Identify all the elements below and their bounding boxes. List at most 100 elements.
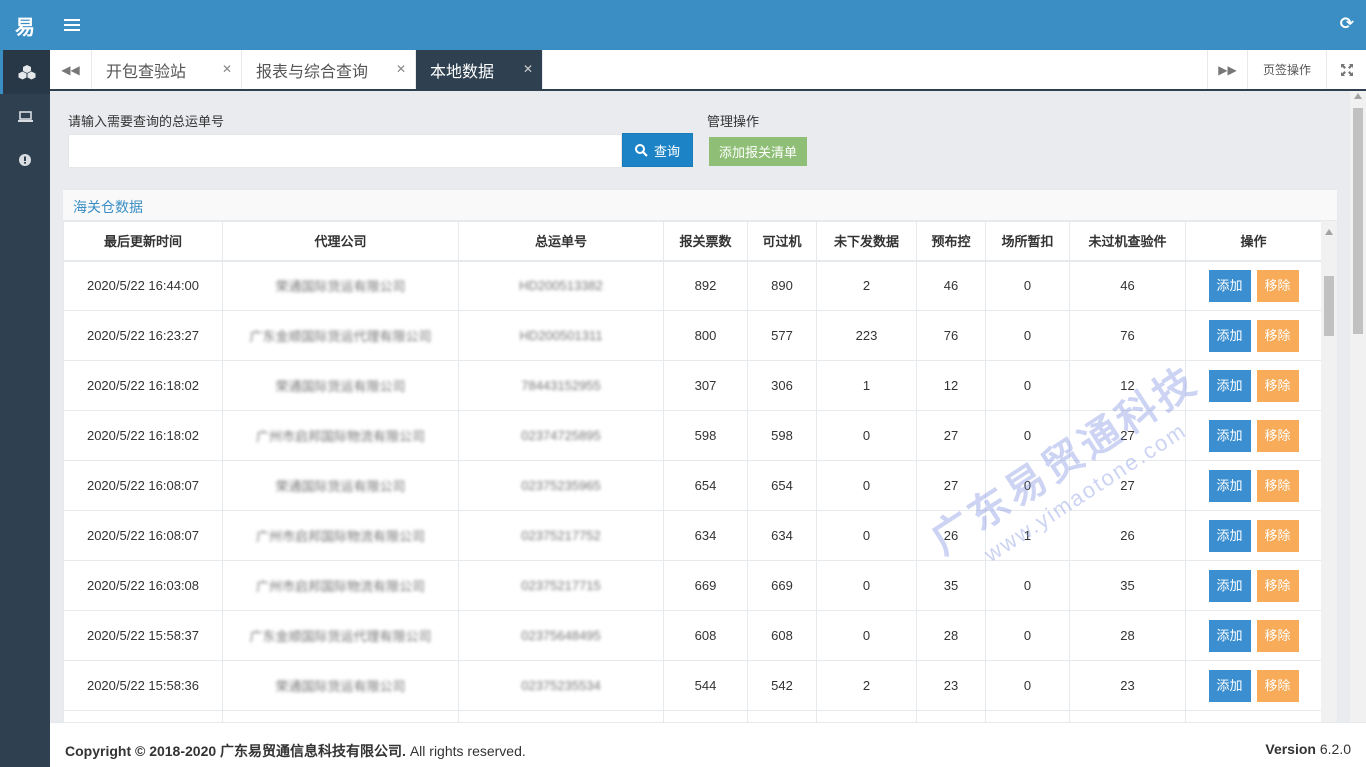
alert-circle-icon	[19, 154, 31, 166]
cell-company: 荣通国际货运有限公司	[222, 360, 459, 411]
scroll-up-icon[interactable]	[1325, 229, 1333, 235]
table-row[interactable]	[63, 710, 1321, 722]
cell-actions: 添加 移除	[1185, 510, 1321, 561]
cell-declarations: 598	[663, 410, 748, 461]
scroll-up-icon[interactable]	[1354, 93, 1362, 99]
close-icon[interactable]: ✕	[222, 62, 232, 76]
row-remove-button[interactable]: 移除	[1256, 669, 1299, 702]
page-scrollbar[interactable]	[1350, 91, 1366, 722]
close-icon[interactable]: ✕	[396, 62, 406, 76]
cell-text: HD200513382	[519, 278, 603, 294]
cell-text: 02375217715	[521, 578, 601, 593]
empty-cell	[747, 710, 817, 722]
search-button-label: 查询	[653, 143, 680, 159]
cell-awb: HD200501311	[458, 310, 664, 361]
management-label: 管理操作	[707, 114, 760, 129]
sidebar-item-alert[interactable]	[0, 138, 50, 182]
fullscreen-button[interactable]	[1327, 50, 1366, 89]
cell-passable: 654	[747, 460, 817, 511]
top-navbar: ⟳	[50, 0, 1366, 50]
copyright-owner: Copyright © 2018-2020 广东易贸通信息科技有限公司.	[65, 743, 406, 759]
row-add-button[interactable]: 添加	[1208, 519, 1251, 552]
table-row[interactable]: 2020/5/22 16:18:02 荣通国际货运有限公司 78443152955 3…	[63, 360, 1321, 411]
cell-declarations: 669	[663, 560, 748, 611]
row-remove-button[interactable]: 移除	[1256, 469, 1299, 502]
row-remove-button[interactable]: 移除	[1256, 269, 1299, 302]
table-row[interactable]: 2020/5/22 16:23:27 广东金顺国际货运代理有限公司 HD200501…	[63, 310, 1321, 361]
cell-detained: 0	[985, 660, 1070, 711]
cell-undelivered: 0	[816, 460, 917, 511]
row-remove-button[interactable]: 移除	[1256, 319, 1299, 352]
scrollbar-thumb[interactable]	[1353, 108, 1363, 334]
row-remove-button[interactable]: 移除	[1256, 369, 1299, 402]
page-ops-button[interactable]: 页签操作	[1248, 50, 1327, 89]
empty-cell	[916, 710, 986, 722]
table-row[interactable]: 2020/5/22 16:18:02 广州市启邦国际物流有限公司 023747258…	[63, 410, 1321, 461]
scrollbar-thumb[interactable]	[1324, 276, 1334, 336]
cell-detained: 0	[985, 260, 1070, 311]
column-header: 最后更新时间	[63, 221, 223, 262]
table-row[interactable]: 2020/5/22 16:08:07 广州市启邦国际物流有限公司 023752177…	[63, 510, 1321, 561]
cell-pre-control: 23	[916, 660, 986, 711]
cell-company: 广东金顺国际货运代理有限公司	[222, 610, 459, 661]
column-header: 操作	[1185, 221, 1321, 262]
table-row[interactable]: 2020/5/22 15:58:36 荣通国际货运有限公司 02375235534 5…	[63, 660, 1321, 711]
table-row[interactable]: 2020/5/22 15:58:37 广东金顺国际货运代理有限公司 02375648…	[63, 610, 1321, 661]
cell-text: 广州市启邦国际物流有限公司	[255, 429, 425, 444]
table-row[interactable]: 2020/5/22 16:08:07 荣通国际货运有限公司 02375235965 6…	[63, 460, 1321, 511]
cell-actions: 添加 移除	[1185, 610, 1321, 661]
add-customs-list-button[interactable]: 添加报关清单	[709, 137, 807, 166]
cell-company: 广东金顺国际货运代理有限公司	[222, 310, 459, 361]
cell-actions: 添加 移除	[1185, 310, 1321, 361]
cell-company: 荣通国际货运有限公司	[222, 460, 459, 511]
cell-text: 广州市启邦国际物流有限公司	[255, 579, 425, 594]
cell-detained: 0	[985, 610, 1070, 661]
row-remove-button[interactable]: 移除	[1256, 569, 1299, 602]
cell-text: 广东金顺国际货运代理有限公司	[249, 329, 432, 344]
data-table-container[interactable]: 最后更新时间 代理公司 总运单号 报关票数 可过机 未下发数据 预布控 场所暂扣 未过机查验件操…	[63, 221, 1321, 722]
row-add-button[interactable]: 添加	[1208, 569, 1251, 602]
column-header: 未过机查验件	[1069, 221, 1186, 262]
search-icon	[634, 143, 648, 157]
hamburger-icon[interactable]	[64, 16, 80, 34]
cell-undelivered: 0	[816, 410, 917, 461]
column-header: 未下发数据	[816, 221, 917, 262]
sidebar-item-laptop[interactable]	[0, 94, 50, 138]
cell-undelivered: 1	[816, 360, 917, 411]
cell-pre-control: 27	[916, 460, 986, 511]
tab-item-2[interactable]: 本地数据 ✕	[416, 50, 543, 89]
cell-detained: 0	[985, 310, 1070, 361]
table-row[interactable]: 2020/5/22 16:44:00 荣通国际货运有限公司 HD200513382 8…	[63, 260, 1321, 311]
cell-time: 2020/5/22 16:08:07	[63, 510, 223, 561]
tab-scroll-left-button[interactable]: ◀◀	[50, 50, 92, 89]
cell-unscanned: 12	[1069, 360, 1186, 411]
empty-cell	[63, 710, 223, 722]
row-add-button[interactable]: 添加	[1208, 319, 1251, 352]
cell-detained: 0	[985, 460, 1070, 511]
tab-scroll-right-button[interactable]: ▶▶	[1207, 50, 1248, 89]
cell-passable: 890	[747, 260, 817, 311]
sidebar-item-cubes[interactable]	[0, 50, 50, 94]
cell-pre-control: 76	[916, 310, 986, 361]
row-add-button[interactable]: 添加	[1208, 619, 1251, 652]
table-row[interactable]: 2020/5/22 16:03:08 广州市启邦国际物流有限公司 023752177…	[63, 560, 1321, 611]
refresh-icon[interactable]: ⟳	[1340, 14, 1354, 34]
cell-company: 荣通国际货运有限公司	[222, 660, 459, 711]
row-add-button[interactable]: 添加	[1208, 469, 1251, 502]
forward-icon: ▶▶	[1218, 62, 1237, 77]
row-remove-button[interactable]: 移除	[1256, 619, 1299, 652]
row-add-button[interactable]: 添加	[1208, 669, 1251, 702]
tab-item-1[interactable]: 报表与综合查询 ✕	[242, 50, 416, 89]
row-add-button[interactable]: 添加	[1208, 369, 1251, 402]
row-add-button[interactable]: 添加	[1208, 269, 1251, 302]
column-header: 总运单号	[458, 221, 664, 262]
row-remove-button[interactable]: 移除	[1256, 419, 1299, 452]
row-remove-button[interactable]: 移除	[1256, 519, 1299, 552]
panel-title: 海关仓数据	[63, 190, 1337, 221]
search-button[interactable]: 查询	[622, 133, 693, 167]
table-scrollbar[interactable]	[1321, 221, 1337, 722]
tab-item-0[interactable]: 开包查验站 ✕	[92, 50, 242, 89]
row-add-button[interactable]: 添加	[1208, 419, 1251, 452]
awb-search-input[interactable]	[68, 134, 622, 168]
close-icon[interactable]: ✕	[523, 62, 533, 76]
